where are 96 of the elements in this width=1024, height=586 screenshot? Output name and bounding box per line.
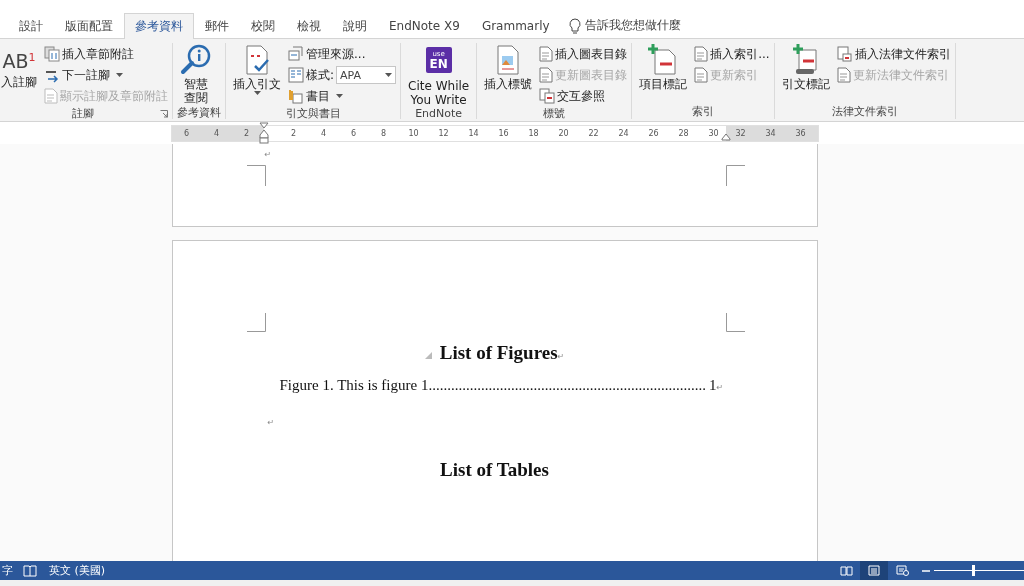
ruler-number: 6 [183,127,190,140]
document-icon [694,67,709,83]
lightbulb-icon [568,17,581,34]
list-heading: List of Tables [439,459,550,481]
ribbon-tab[interactable]: 參考資料 [124,13,194,39]
ruler-number: 2 [290,127,297,140]
ruler-number: 34 [765,127,776,140]
ribbon-button[interactable]: 插入法律文件索引 [836,44,951,64]
dialog-launcher-icon[interactable] [160,110,168,118]
ruler-number: 6 [350,127,357,140]
style-label: 樣式: [306,66,335,84]
page-icon [868,565,880,576]
ruler-number: 36 [795,127,806,140]
ribbon-tab[interactable]: 校閱 [240,13,286,39]
margin-corner-icon [246,313,266,332]
document-icon [539,67,554,83]
style-sheet-icon [288,67,304,83]
ruler-number: 8 [380,127,387,140]
ribbon-tab[interactable]: 郵件 [194,13,240,39]
caret-icon [116,73,123,77]
ruler-number: 28 [678,127,689,140]
caret-icon [336,94,343,98]
group-label: 引文與書目 [285,106,341,121]
ruler-number: 22 [588,127,599,140]
cross-reference-icon [539,88,556,104]
figure-entry: Figure 1. This is figure 1 [279,377,429,394]
ribbon-button[interactable]: 交互參照 [539,86,628,106]
bibliography-icon [288,88,304,104]
pages-icon [44,46,60,62]
margin-corner-icon [246,165,266,186]
tell-me-search[interactable]: 告訴我您想做什麼 [584,17,681,34]
word-count[interactable]: 字 [2,563,13,578]
zoom-slider-thumb[interactable] [971,565,975,576]
paragraph-mark: ↵ [264,150,272,159]
book-icon[interactable] [23,564,37,577]
group-label: 標號 [543,106,566,121]
document-icon [836,46,853,62]
style-dropdown[interactable]: APA [336,66,397,84]
paragraph-mark: ↵ [557,352,565,361]
ruler-number: 26 [648,127,659,140]
ribbon-button[interactable]: 書目 [288,86,397,106]
ribbon-tab[interactable]: 設計 [8,13,54,39]
ruler-number: 2 [243,127,250,140]
group-label: 參考資料 [177,105,221,120]
ribbon-large-button[interactable]: 插入引文 [230,43,284,106]
caret-icon [253,91,261,95]
web-page-icon [895,565,909,576]
ribbon-tab[interactable]: EndNote X9 [378,13,471,39]
ribbon-large-button[interactable]: 插入標號 [481,43,536,106]
ribbon-button[interactable]: 插入圖表目錄 [539,44,628,64]
ruler-number: 16 [498,127,509,140]
indent-marker-icon[interactable] [720,132,731,141]
ribbon-tab[interactable]: 檢視 [286,13,332,39]
document-icon [539,46,554,62]
ribbon-button[interactable]: 插入章節附註 [44,44,168,64]
paragraph-mark: ↵ [716,383,724,392]
margin-corner-icon [725,165,745,186]
ruler-number: 4 [213,127,220,140]
ruler-number: 4 [320,127,327,140]
ribbon-button[interactable]: 插入索引... [694,44,770,64]
ribbon-large-button[interactable]: 智慧 查閱 [177,43,215,105]
ruler-number: 24 [618,127,629,140]
ruler-number: 18 [528,127,539,140]
ruler-number: 30 [708,127,719,140]
document-icon [44,88,58,104]
footnote-icon: AB$^{1}$ [2,43,36,75]
open-book-icon [839,565,853,576]
ribbon-tab[interactable]: 說明 [332,13,378,39]
ribbon-button[interactable]: 管理來源... [288,44,397,64]
group-label: 註腳 [72,106,94,121]
magnifier-icon [180,44,212,76]
paragraph-mark: ↵ [267,418,275,427]
indent-marker-icon[interactable] [258,121,269,144]
ribbon-large-button[interactable]: 項目標記 [636,43,691,103]
ribbon-tab[interactable]: Grammarly [470,13,561,39]
ruler-number: 20 [558,127,569,140]
ruler-number: 12 [438,127,449,140]
document-icon [694,46,709,62]
margin-corner-icon [725,313,745,332]
ruler-number: 14 [468,127,479,140]
caret-icon [385,73,393,77]
ribbon-large-button[interactable]: AB$^{1}$ 入註腳 [0,43,40,106]
page-number: 1 [708,377,717,394]
language-status[interactable]: 英文 (美國) [49,563,106,578]
ruler-number: 32 [735,127,746,140]
ruler-number: 10 [408,127,419,140]
ribbon-button[interactable]: 下一註腳 [44,65,168,85]
group-label: EndNote [415,107,463,120]
print-layout-button[interactable] [860,561,888,580]
dot-leader: .......................................................................... [428,377,706,394]
group-label: 法律文件索引 [831,103,898,119]
document-icon [836,67,851,83]
list-heading: List of Figures [439,342,558,364]
ribbon-large-button[interactable]: 引文標記 [778,43,833,103]
ribbon-tab[interactable]: 版面配置 [54,13,124,39]
group-label: 索引 [691,103,714,119]
